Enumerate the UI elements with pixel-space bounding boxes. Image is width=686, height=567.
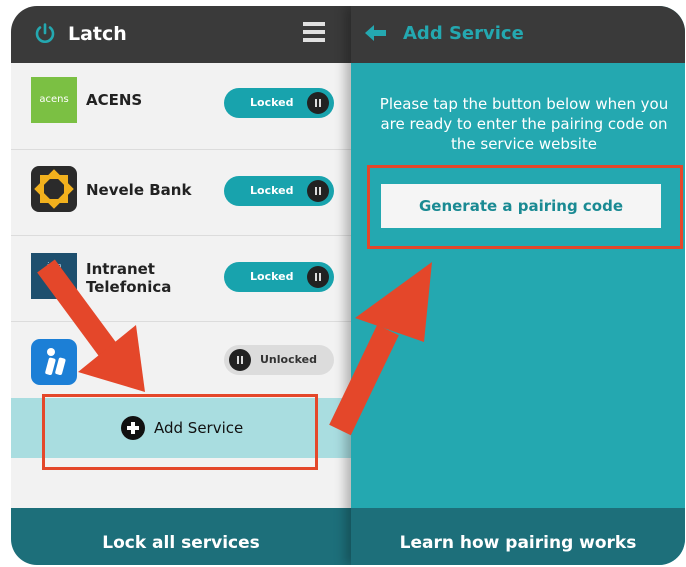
arrow-to-generate-code-icon bbox=[329, 262, 432, 436]
annotation-arrows bbox=[37, 259, 432, 436]
arrow-to-add-service-icon bbox=[37, 259, 145, 392]
